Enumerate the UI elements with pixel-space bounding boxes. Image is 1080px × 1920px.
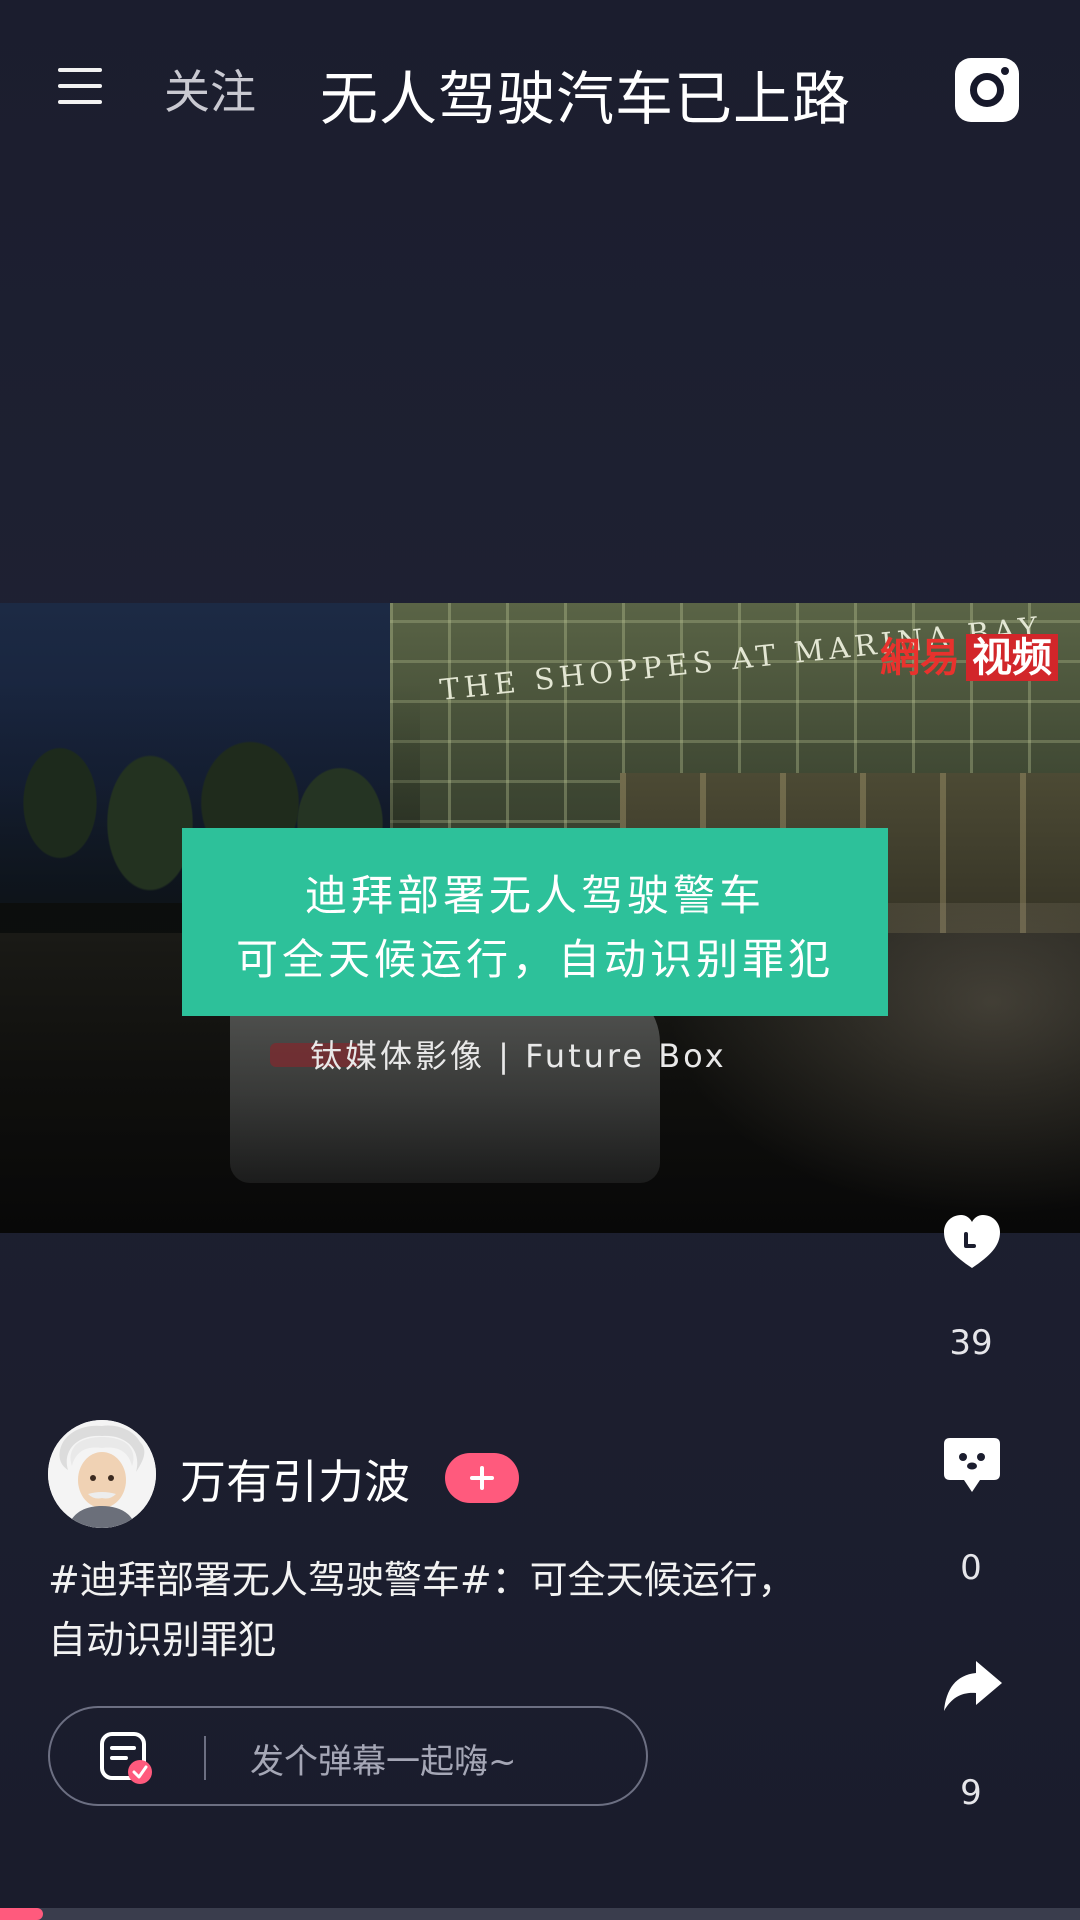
- video-credit: 钛媒体影像 | Future Box: [310, 1037, 727, 1075]
- avatar[interactable]: [48, 1420, 156, 1528]
- video-feed-screen: 关注 无人驾驶汽车已上路 THE SHOPPES AT MARINA BAY 網…: [0, 0, 1080, 1920]
- follow-plus-button[interactable]: [445, 1453, 519, 1503]
- camera-icon[interactable]: [955, 58, 1019, 122]
- caption-line-2: 可全天候运行，自动识别罪犯: [235, 935, 834, 984]
- danmaku-placeholder: 发个弹幕一起嗨~: [250, 1742, 517, 1782]
- comment-icon[interactable]: [940, 1432, 1004, 1496]
- share-icon[interactable]: [940, 1655, 1004, 1719]
- tab-follow[interactable]: 关注: [164, 56, 256, 122]
- caption-line-1: 迪拜部署无人驾驶警车: [304, 871, 765, 920]
- danmaku-divider: [204, 1736, 206, 1780]
- menu-icon[interactable]: [58, 64, 106, 110]
- video-player[interactable]: THE SHOPPES AT MARINA BAY 網易 视频 迪拜部署无人驾驶警…: [0, 603, 1080, 1233]
- like-icon[interactable]: [940, 1210, 1004, 1274]
- progress-fill: [0, 1908, 44, 1920]
- danmaku-toggle-icon[interactable]: [98, 1730, 156, 1788]
- progress-bar[interactable]: [0, 1908, 1080, 1920]
- video-watermark: 網易 视频: [880, 625, 1058, 683]
- video-caption-box: 迪拜部署无人驾驶警车 可全天候运行，自动识别罪犯: [182, 828, 888, 1016]
- author-name[interactable]: 万有引力波: [180, 1446, 410, 1512]
- share-count: 9: [960, 1773, 982, 1813]
- watermark-left: 網易: [880, 634, 960, 681]
- danmaku-input[interactable]: 发个弹幕一起嗨~: [48, 1706, 648, 1806]
- comment-count: 0: [960, 1548, 982, 1588]
- watermark-right: 视频: [966, 634, 1058, 681]
- video-description: #迪拜部署无人驾驶警车#：可全天候运行，自动识别罪犯: [48, 1558, 796, 1662]
- page-title: 无人驾驶汽车已上路: [320, 65, 852, 133]
- top-bar: 关注 无人驾驶汽车已上路: [0, 0, 1080, 180]
- like-count: 39: [949, 1323, 993, 1363]
